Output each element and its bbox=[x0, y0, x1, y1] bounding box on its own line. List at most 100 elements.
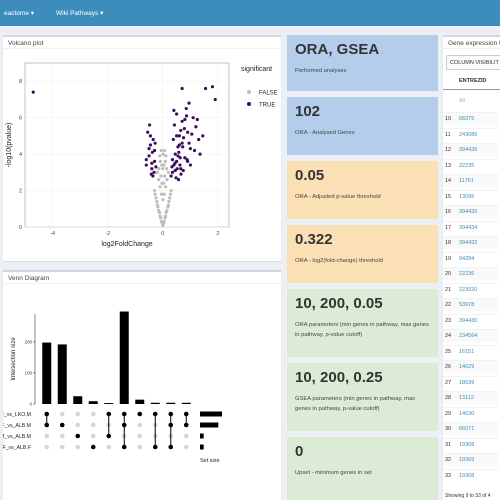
upset-matrix-dot-active bbox=[59, 422, 65, 428]
volcano-point-true bbox=[203, 86, 208, 91]
table-row[interactable]: 31 19368 bbox=[443, 437, 498, 451]
table-cell-entrezid-link[interactable]: 22236 bbox=[459, 271, 474, 277]
nav-menu-wiki-pathways[interactable]: Wiki Pathways ▾ bbox=[56, 9, 103, 17]
upset-y-tick-label: 100 bbox=[24, 370, 32, 375]
volcano-point-false bbox=[153, 192, 157, 196]
table-row[interactable]: 12 394436 bbox=[443, 143, 498, 156]
table-cell-entrezid-link[interactable]: 394436 bbox=[459, 147, 477, 153]
table-row[interactable]: 23 394430 bbox=[443, 313, 498, 327]
volcano-point-true bbox=[170, 170, 175, 174]
volcano-point-true bbox=[170, 165, 174, 169]
volcano-point-true bbox=[148, 143, 153, 147]
table-cell-entrezid-link[interactable]: 68375 bbox=[459, 116, 474, 122]
table-filter-input[interactable]: All bbox=[457, 95, 497, 107]
table-row[interactable]: 11 243085 bbox=[443, 127, 498, 141]
upset-intersection-bar bbox=[73, 396, 83, 404]
stat-box-log2fc-threshold: 0.322 ORA - log2(fold-change) threshold bbox=[287, 225, 438, 283]
table-row[interactable]: 24 234564 bbox=[443, 329, 498, 342]
table-row[interactable]: 27 18639 bbox=[443, 375, 498, 389]
table-footer-info: Showing 9 to 33 of 4 bbox=[445, 493, 491, 499]
table-cell-entrezid-link[interactable]: 19368 bbox=[459, 442, 474, 448]
table-row[interactable]: 15 13095 bbox=[443, 189, 498, 203]
column-visibility-button[interactable]: COLUMN VISIBILIT bbox=[446, 55, 500, 70]
table-row[interactable]: 14 11761 bbox=[443, 174, 498, 187]
table-row[interactable]: 33 19368 bbox=[443, 468, 498, 482]
table-row[interactable]: 29 14630 bbox=[443, 406, 498, 420]
gene-expression-table-title: Gene expression tabl bbox=[443, 37, 500, 49]
upset-matrix-dot-inactive bbox=[137, 422, 143, 428]
volcano-point-false bbox=[168, 192, 173, 196]
table-cell-row-number: 13 bbox=[445, 162, 452, 169]
table-cell-entrezid-link[interactable]: 94284 bbox=[459, 256, 474, 262]
table-cell-entrezid-link[interactable]: 13112 bbox=[459, 395, 474, 401]
table-cell-entrezid-link[interactable]: 394435 bbox=[459, 209, 477, 215]
upset-intersection-bar bbox=[150, 402, 160, 404]
table-cell-entrezid-link[interactable]: 18639 bbox=[459, 380, 474, 386]
table-row[interactable]: 28 13112 bbox=[443, 391, 498, 404]
table-cell-entrezid-link[interactable]: 394430 bbox=[459, 318, 477, 324]
volcano-point-true bbox=[153, 141, 157, 145]
volcano-point-false bbox=[161, 152, 165, 156]
table-row[interactable]: 25 16151 bbox=[443, 344, 498, 358]
table-header-entrezid[interactable]: ENTREZID bbox=[459, 78, 487, 84]
volcano-point-true bbox=[147, 147, 151, 151]
table-cell-entrezid-link[interactable]: 66071 bbox=[459, 426, 474, 432]
volcano-point-true bbox=[177, 143, 181, 147]
volcano-plot: -4 -2 0 2 0 2 4 6 8 log2FoldChange -log10(pvalue… bbox=[6, 62, 278, 248]
volcano-point-false bbox=[159, 216, 163, 220]
table-cell-entrezid-link[interactable]: 223920 bbox=[459, 287, 477, 293]
table-cell-row-number: 28 bbox=[445, 395, 452, 401]
volcano-point-true bbox=[180, 86, 184, 91]
nav-menu-reactome[interactable]: eactome ▾ bbox=[4, 9, 34, 17]
table-cell-entrezid-link[interactable]: 22235 bbox=[459, 163, 474, 169]
volcano-plot-panel bbox=[24, 62, 230, 228]
volcano-legend-true-marker bbox=[247, 102, 251, 106]
volcano-point-false bbox=[159, 192, 164, 196]
volcano-point-false bbox=[159, 174, 163, 178]
table-row[interactable]: 10 68375 bbox=[443, 112, 498, 125]
table-row[interactable]: 21 223920 bbox=[443, 282, 498, 296]
table-cell-entrezid-link[interactable]: 13095 bbox=[459, 194, 474, 200]
table-cell-entrezid-link[interactable]: 394432 bbox=[459, 240, 477, 246]
table-cell-row-number: 27 bbox=[445, 379, 452, 386]
table-row[interactable]: 32 19369 bbox=[443, 453, 498, 466]
table-cell-entrezid-link[interactable]: 14629 bbox=[459, 364, 474, 370]
volcano-point-false bbox=[168, 196, 172, 200]
table-cell-entrezid-link[interactable]: 19368 bbox=[459, 473, 474, 479]
volcano-point-true bbox=[213, 97, 217, 102]
stat-value: 10, 200, 0.05 bbox=[295, 295, 383, 312]
table-row[interactable]: 20 22236 bbox=[443, 267, 498, 280]
table-cell-entrezid-link[interactable]: 19369 bbox=[459, 457, 474, 463]
upset-y-tick-label: 0 bbox=[29, 402, 32, 407]
table-row[interactable]: 26 14629 bbox=[443, 360, 498, 373]
table-row[interactable]: 13 22235 bbox=[443, 158, 498, 172]
volcano-point-true bbox=[191, 116, 195, 120]
volcano-point-true bbox=[182, 127, 186, 131]
table-cell-row-number: 32 bbox=[445, 457, 452, 463]
table-body: 10 68375 11 243085 12 394436 13 22235 14 11761 15 1… bbox=[443, 112, 500, 492]
table-row[interactable]: 30 66071 bbox=[443, 422, 498, 435]
table-cell-entrezid-link[interactable]: 16151 bbox=[459, 349, 474, 355]
table-cell-entrezid-link[interactable]: 11761 bbox=[459, 178, 474, 184]
table-cell-row-number: 10 bbox=[445, 116, 452, 122]
table-row[interactable]: 18 394432 bbox=[443, 236, 498, 249]
table-row[interactable]: 19 94284 bbox=[443, 251, 498, 265]
volcano-point-true bbox=[152, 170, 156, 174]
table-cell-entrezid-link[interactable]: 394434 bbox=[459, 225, 477, 231]
volcano-y-tick-label: 6 bbox=[19, 116, 22, 122]
table-row[interactable]: 17 394434 bbox=[443, 220, 498, 234]
table-cell-entrezid-link[interactable]: 53978 bbox=[459, 302, 474, 308]
upset-matrix-dot-inactive bbox=[44, 433, 50, 439]
table-row[interactable]: 16 394435 bbox=[443, 205, 498, 218]
upset-intersection-bar bbox=[166, 402, 176, 404]
volcano-point-false bbox=[164, 210, 168, 215]
volcano-point-true bbox=[170, 157, 175, 162]
table-cell-entrezid-link[interactable]: 234564 bbox=[459, 333, 477, 339]
table-cell-entrezid-link[interactable]: 14630 bbox=[459, 411, 474, 417]
volcano-point-true bbox=[192, 148, 197, 153]
upset-matrix-dot-inactive bbox=[90, 422, 96, 428]
volcano-point-true bbox=[181, 168, 185, 173]
table-cell-entrezid-link[interactable]: 243085 bbox=[459, 132, 477, 138]
volcano-point-false bbox=[161, 198, 165, 202]
table-row[interactable]: 22 53978 bbox=[443, 298, 498, 311]
